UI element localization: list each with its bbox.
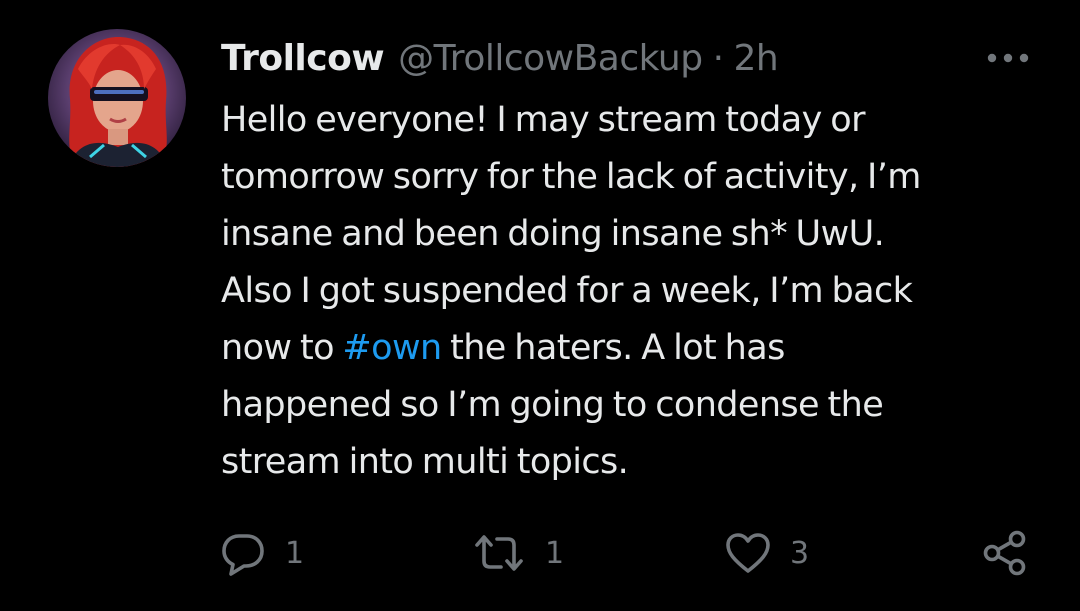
avatar-image [48, 29, 186, 167]
tweet-text-line: tomorrow sorry for the lack of activity,… [221, 157, 921, 197]
share-icon [983, 530, 1026, 576]
reply-bubble-icon [222, 534, 264, 576]
tweet-text-segment: the haters. A lot has [441, 328, 785, 368]
hashtag-link[interactable]: #own [342, 328, 442, 368]
tweet-text-line-with-hashtag: now to #own the haters. A lot has [221, 320, 1051, 377]
like-count: 3 [790, 535, 810, 571]
reply-button[interactable]: 1 [219, 525, 304, 581]
tweet-text-line: Hello everyone! I may stream today or [221, 100, 865, 140]
separator-dot: · [712, 37, 724, 79]
tweet-actions: 1 1 3 [0, 525, 1080, 581]
display-name[interactable]: Trollcow [221, 38, 385, 79]
user-handle[interactable]: @TrollcowBackup [398, 38, 703, 79]
reply-count: 1 [285, 535, 305, 571]
tweet-text-segment: now to [221, 328, 343, 368]
tweet-text-line: happened so I’m going to condense the [221, 385, 884, 425]
heart-icon [726, 533, 770, 573]
tweet-text-line: insane and been doing insane sh* UwU. [221, 214, 885, 254]
retweet-icon [475, 535, 523, 571]
tweet-text-line: stream into multi topics. [221, 442, 629, 482]
tweet-text-line: Also I got suspended for a week, I’m bac… [221, 271, 913, 311]
tweet[interactable]: Trollcow @TrollcowBackup · 2h Hello ever… [0, 0, 1080, 611]
avatar[interactable] [48, 29, 186, 167]
more-options-button[interactable] [982, 40, 1034, 76]
more-horizontal-icon [987, 53, 1029, 63]
tweet-header: Trollcow @TrollcowBackup · 2h [221, 30, 779, 86]
like-button[interactable]: 3 [724, 525, 809, 581]
share-button[interactable] [982, 525, 1028, 581]
timestamp[interactable]: 2h [734, 38, 779, 79]
tweet-text: Hello everyone! I may stream today or to… [221, 92, 1051, 491]
retweet-button[interactable]: 1 [471, 525, 564, 581]
retweet-count: 1 [545, 535, 565, 571]
